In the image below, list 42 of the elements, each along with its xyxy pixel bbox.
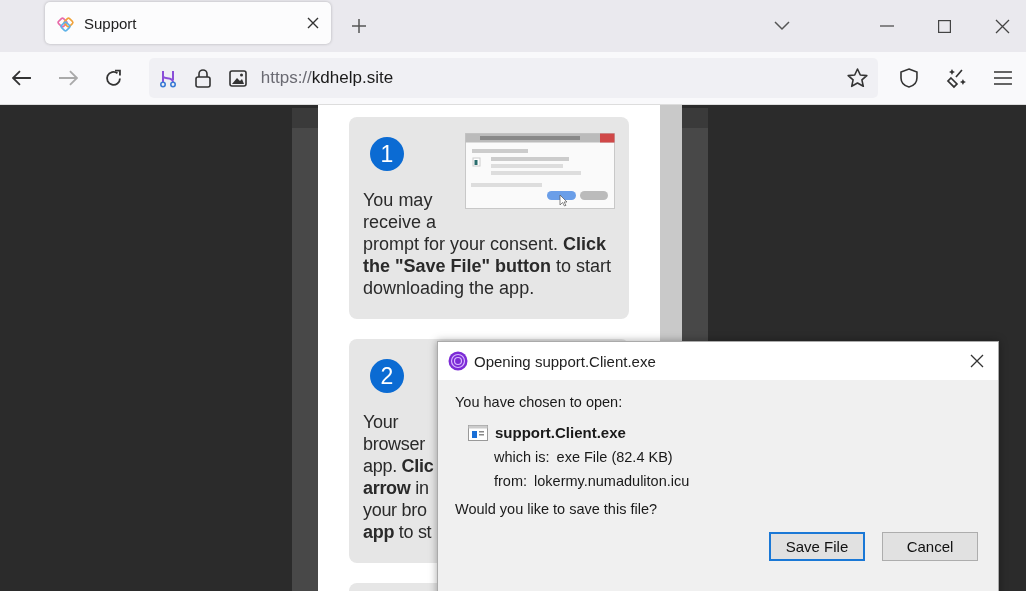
new-tab-icon[interactable] <box>351 18 367 34</box>
chevron-down-icon[interactable] <box>774 21 790 31</box>
cancel-button[interactable]: Cancel <box>882 532 978 561</box>
step-text: app. Clic <box>363 455 434 477</box>
browser-logo-icon <box>448 351 468 371</box>
address-bar[interactable]: https://kdhelp.site <box>148 58 879 98</box>
step-text: You may <box>363 189 434 211</box>
type-value: exe File (82.4 KB) <box>556 449 673 465</box>
lock-icon[interactable] <box>194 68 211 88</box>
image-icon[interactable] <box>228 69 247 87</box>
url-text: https://kdhelp.site <box>260 68 394 88</box>
from-label: from: <box>494 473 528 489</box>
back-icon[interactable] <box>12 70 32 86</box>
dialog-intro: You have chosen to open: <box>455 394 624 410</box>
step-text: arrow in <box>363 477 429 499</box>
menu-icon[interactable] <box>994 71 1012 85</box>
from-value: lokermy.numaduliton.icu <box>534 473 690 489</box>
close-icon[interactable] <box>995 18 1010 34</box>
step-text: your bro <box>363 499 427 521</box>
close-icon[interactable] <box>307 17 319 29</box>
close-icon[interactable] <box>970 354 984 368</box>
step-text: prompt for your consent. Click the "Save File" button to start downloading the app. <box>363 233 613 299</box>
site-logo-icon <box>57 14 75 32</box>
type-label: which is: <box>494 449 550 465</box>
shield-icon[interactable] <box>900 68 919 88</box>
star-icon[interactable] <box>847 68 869 88</box>
browser-tab[interactable]: Support <box>45 2 331 44</box>
step-text: app to st <box>363 521 432 543</box>
route-icon[interactable] <box>158 68 177 88</box>
file-icon <box>468 424 488 441</box>
dialog-title: Opening support.Client.exe <box>474 352 656 370</box>
save-file-button[interactable]: Save File <box>769 532 865 561</box>
reload-icon[interactable] <box>103 68 123 88</box>
step-number: 2 <box>370 359 404 393</box>
step-number: 1 <box>370 137 404 171</box>
step-text: receive a <box>363 211 438 233</box>
step-text: browser <box>363 433 425 455</box>
file-name: support.Client.exe <box>495 424 626 441</box>
maximize-icon[interactable] <box>938 19 951 33</box>
tab-title: Support <box>84 14 138 32</box>
step-text: Your <box>363 411 399 433</box>
dialog-question: Would you like to save this file? <box>455 501 659 517</box>
